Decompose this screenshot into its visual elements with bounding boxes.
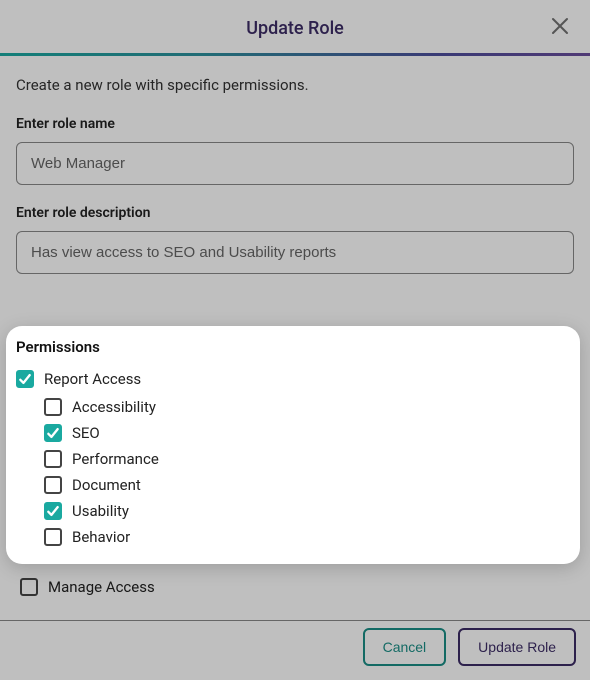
report-access-label: Report Access <box>44 370 141 388</box>
role-desc-input[interactable] <box>16 231 574 274</box>
document-label: Document <box>72 476 141 494</box>
role-desc-label: Enter role description <box>16 205 574 221</box>
close-icon <box>550 16 570 36</box>
performance-label: Performance <box>72 450 159 468</box>
role-desc-field: Enter role description <box>16 205 574 274</box>
dialog-body: Create a new role with specific permissi… <box>0 56 590 294</box>
seo-label: SEO <box>72 424 100 442</box>
role-name-field: Enter role name <box>16 116 574 185</box>
report-access-children: Accessibility SEO Performance Document Usabi… <box>16 394 570 550</box>
manage-access-checkbox[interactable] <box>20 578 38 596</box>
permission-row-document: Document <box>16 472 570 498</box>
report-access-row: Report Access <box>16 366 570 392</box>
intro-text: Create a new role with specific permissi… <box>16 76 574 94</box>
document-checkbox[interactable] <box>44 476 62 494</box>
permissions-label: Permissions <box>16 338 570 356</box>
footer-separator <box>0 620 590 621</box>
behavior-checkbox[interactable] <box>44 528 62 546</box>
permissions-section: Permissions Report Access Accessibility S… <box>6 326 580 564</box>
usability-label: Usability <box>72 502 129 520</box>
behavior-label: Behavior <box>72 528 130 546</box>
accessibility-label: Accessibility <box>72 398 156 416</box>
permission-row-behavior: Behavior <box>16 524 570 550</box>
manage-access-row: Manage Access <box>0 574 590 600</box>
update-role-button[interactable]: Update Role <box>458 628 576 666</box>
role-name-input[interactable] <box>16 142 574 185</box>
dialog-title: Update Role <box>246 18 344 39</box>
usability-checkbox[interactable] <box>44 502 62 520</box>
report-access-checkbox[interactable] <box>16 370 34 388</box>
manage-access-label: Manage Access <box>48 578 155 596</box>
permission-row-usability: Usability <box>16 498 570 524</box>
close-button[interactable] <box>546 12 574 40</box>
cancel-button[interactable]: Cancel <box>363 628 447 666</box>
footer-actions: Cancel Update Role <box>363 628 576 666</box>
dialog-header: Update Role <box>0 0 590 53</box>
permission-row-seo: SEO <box>16 420 570 446</box>
seo-checkbox[interactable] <box>44 424 62 442</box>
permission-row-performance: Performance <box>16 446 570 472</box>
accessibility-checkbox[interactable] <box>44 398 62 416</box>
role-name-label: Enter role name <box>16 116 574 132</box>
permission-row-accessibility: Accessibility <box>16 394 570 420</box>
performance-checkbox[interactable] <box>44 450 62 468</box>
